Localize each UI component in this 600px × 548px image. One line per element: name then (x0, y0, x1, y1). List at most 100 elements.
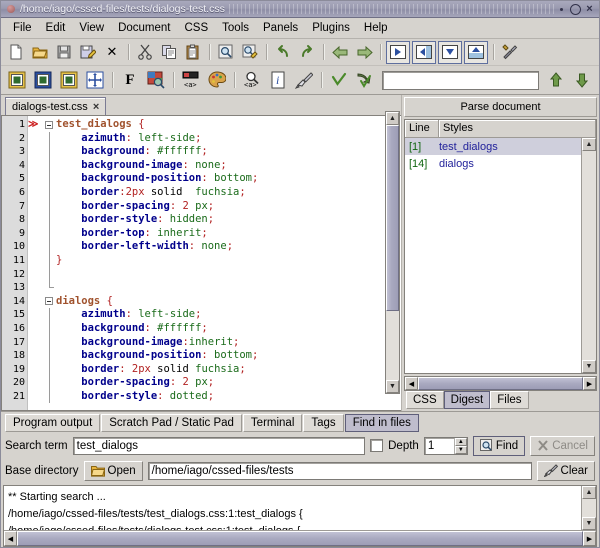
results-scroll-up-button[interactable]: ▲ (582, 486, 596, 499)
tree-hscroll-thumb[interactable] (418, 377, 583, 390)
cut-icon[interactable] (134, 42, 156, 63)
results-vertical-scrollbar[interactable]: ▲ ▼ (581, 486, 596, 530)
column-header-line[interactable]: Line (405, 120, 439, 137)
tree-hscroll-track[interactable] (418, 377, 583, 390)
parse-document-tree[interactable]: Line Styles [1] test_dialogs [14] dialogs ▲… (404, 119, 597, 374)
find-button[interactable]: Find (472, 435, 526, 456)
copy-icon[interactable] (158, 42, 180, 63)
fold-toggle-icon[interactable] (44, 118, 54, 132)
find-replace-icon[interactable] (239, 42, 261, 63)
bookmark-slot[interactable] (28, 363, 44, 377)
find-icon[interactable] (215, 42, 237, 63)
bookmark-slot[interactable] (28, 132, 44, 146)
info-icon[interactable]: i (266, 69, 290, 92)
tree-scroll-up-button[interactable]: ▲ (582, 138, 596, 151)
cancel-button[interactable]: Cancel (530, 435, 595, 456)
bookmark-slot[interactable] (28, 200, 44, 214)
document-tab-dialogs-test-css[interactable]: dialogs-test.css × (5, 97, 107, 115)
palette-icon[interactable] (205, 69, 229, 92)
results-hscroll-left-button[interactable]: ◀ (4, 531, 17, 546)
code-editor[interactable]: 1 2 3 4 5 6 7 8 9 10 11 12 13 14 15 16 17 18 19 20 21 ≫ test… (1, 115, 401, 411)
results-hscroll-thumb[interactable] (17, 531, 583, 546)
font-icon[interactable]: F (118, 69, 142, 92)
menu-edit[interactable]: Edit (39, 20, 73, 36)
preferences-icon[interactable] (499, 42, 521, 63)
menu-view[interactable]: View (72, 20, 111, 36)
search-result-line[interactable]: /home/iago/cssed-files/tests/dialogs-tes… (8, 523, 577, 530)
forward-arrow-icon[interactable] (353, 42, 375, 63)
search-term-input[interactable]: test_dialogs (72, 436, 366, 455)
depth-spinner[interactable]: 1 ▲ ▼ (423, 436, 468, 455)
bookmark-slot[interactable] (28, 376, 44, 390)
menu-file[interactable]: File (6, 20, 39, 36)
new-file-icon[interactable] (5, 42, 27, 63)
depth-decrement-button[interactable]: ▼ (454, 445, 467, 454)
scroll-up-button[interactable]: ▲ (386, 112, 399, 125)
column-header-styles[interactable]: Styles (439, 120, 596, 137)
anchor-zoom-icon[interactable]: <a> (240, 69, 264, 92)
back-arrow-icon[interactable] (329, 42, 351, 63)
tree-scroll-track[interactable] (582, 151, 596, 360)
save-as-icon[interactable] (77, 42, 99, 63)
open-folder-icon[interactable] (29, 42, 51, 63)
bottom-tab-scratch-pad-static-pad[interactable]: Scratch Pad / Static Pad (101, 413, 242, 432)
side-panel-tab-digest[interactable]: Digest (443, 391, 491, 409)
results-horizontal-scrollbar[interactable]: ◀ ▶ (4, 530, 596, 546)
close-document-icon[interactable]: ✕ (101, 42, 123, 63)
bookmark-slot[interactable] (28, 268, 44, 282)
depth-value[interactable]: 1 (425, 438, 454, 454)
menu-plugins[interactable]: Plugins (305, 20, 357, 36)
validate-css-icon[interactable] (353, 69, 377, 92)
panel-bottom-icon[interactable] (438, 40, 462, 64)
bottom-tab-tags[interactable]: Tags (303, 413, 344, 432)
bookmark-slot[interactable] (28, 240, 44, 254)
editor-vertical-scrollbar[interactable]: ▲ ▼ (385, 111, 400, 394)
move-icon[interactable] (83, 69, 107, 92)
side-panel-tab-css[interactable]: CSS (406, 391, 444, 409)
panel-left-icon[interactable] (412, 40, 436, 64)
bookmark-slot[interactable] (28, 281, 44, 295)
clear-button[interactable]: Clear (536, 460, 595, 481)
menu-document[interactable]: Document (111, 20, 177, 36)
bookmark-margin[interactable]: ≫ (28, 116, 44, 410)
code-folding-margin[interactable] (44, 116, 54, 410)
paste-icon[interactable] (182, 42, 204, 63)
run-icon[interactable] (386, 40, 410, 64)
bookmark-slot[interactable] (28, 336, 44, 350)
search-result-line[interactable]: ** Starting search ... (8, 489, 577, 506)
anchor-color-icon[interactable]: <a> (179, 69, 203, 92)
quick-search-input[interactable] (382, 70, 539, 90)
brush-icon[interactable] (292, 69, 316, 92)
bookmark-slot[interactable] (28, 308, 44, 322)
scroll-track[interactable] (386, 125, 399, 380)
results-scroll-down-button[interactable]: ▼ (582, 517, 596, 530)
minimize-icon[interactable] (556, 4, 567, 15)
search-results-list[interactable]: ** Starting search ... /home/iago/cssed-f… (4, 486, 581, 530)
menu-panels[interactable]: Panels (256, 20, 305, 36)
tree-hscroll-left-button[interactable]: ◀ (405, 377, 418, 390)
bottom-tab-terminal[interactable]: Terminal (242, 413, 303, 432)
bottom-tab-program-output[interactable]: Program output (5, 413, 101, 432)
tree-horizontal-scrollbar[interactable]: ◀ ▶ (404, 376, 597, 391)
border-inner-icon[interactable] (31, 69, 55, 92)
menu-help[interactable]: Help (357, 20, 395, 36)
bookmark-slot[interactable] (28, 227, 44, 241)
redo-icon[interactable] (296, 42, 318, 63)
results-hscroll-track[interactable] (17, 531, 583, 546)
results-hscroll-right-button[interactable]: ▶ (583, 531, 596, 546)
tree-rows[interactable]: [1] test_dialogs [14] dialogs (405, 138, 581, 373)
bookmark-icon[interactable]: ≫ (28, 118, 44, 132)
close-tab-icon[interactable]: × (93, 101, 99, 113)
fold-toggle-icon[interactable] (44, 295, 54, 309)
window-menu-icon[interactable] (7, 5, 15, 13)
bookmark-slot[interactable] (28, 213, 44, 227)
bookmark-slot[interactable] (28, 186, 44, 200)
down-arrow-icon[interactable] (570, 69, 594, 92)
bookmark-slot[interactable] (28, 390, 44, 404)
menu-tools[interactable]: Tools (215, 20, 256, 36)
menu-css[interactable]: CSS (178, 20, 216, 36)
scroll-thumb[interactable] (386, 125, 399, 312)
bottom-tab-find-in-files[interactable]: Find in files (344, 413, 419, 432)
image-icon[interactable] (144, 69, 168, 92)
validate-icon[interactable] (327, 69, 351, 92)
